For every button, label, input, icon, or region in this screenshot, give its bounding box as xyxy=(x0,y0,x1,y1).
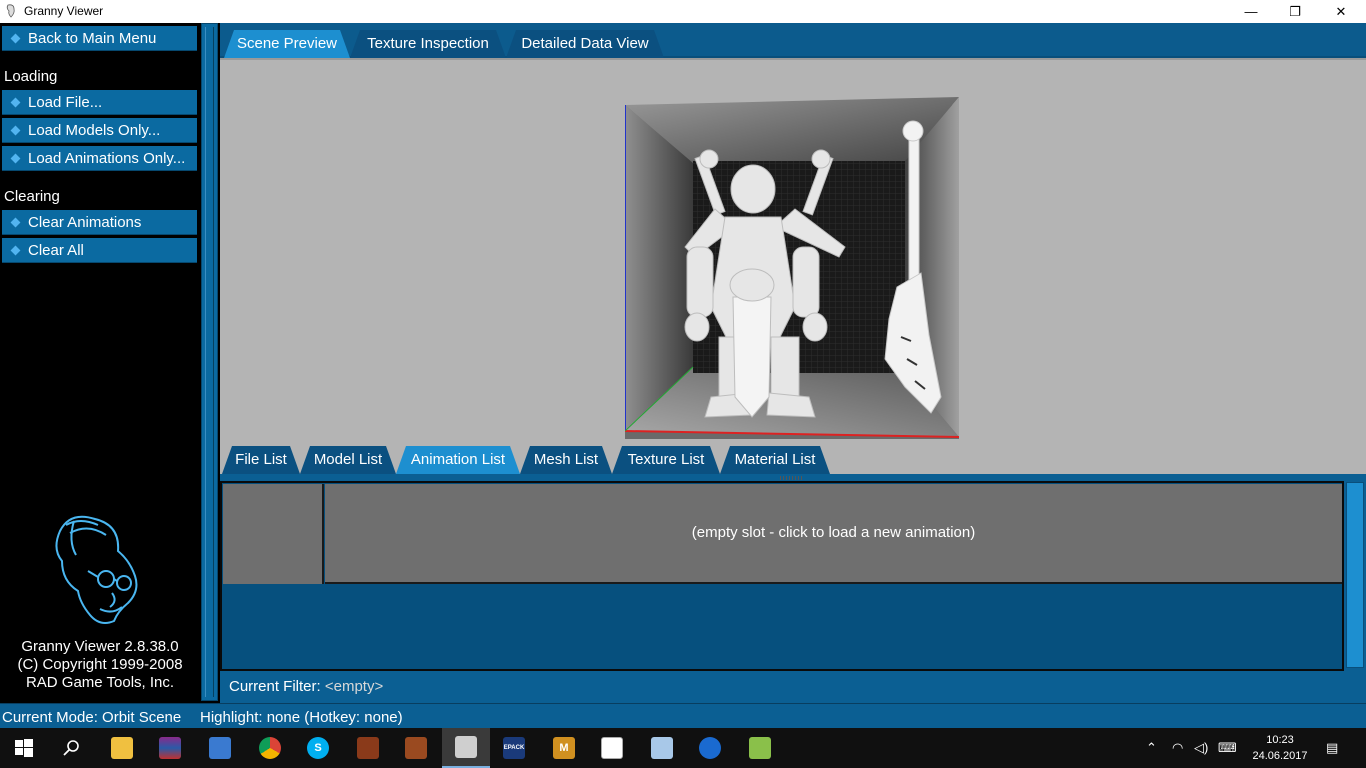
diamond-bullet-icon xyxy=(10,125,21,136)
keyboard-icon[interactable]: ⌨ xyxy=(1218,728,1237,768)
clock-time: 10:23 xyxy=(1266,734,1294,746)
tab-mesh-list[interactable]: Mesh List xyxy=(520,446,612,474)
bottom-tab-bar: File List Model List Animation List Mesh… xyxy=(220,444,1366,474)
current-mode-text: Current Mode: Orbit Scene xyxy=(2,709,182,726)
clock[interactable]: 10:23 24.06.2017 xyxy=(1248,732,1312,764)
tray-chevron-icon[interactable]: ⌃ xyxy=(1146,728,1157,768)
chrome-icon[interactable] xyxy=(246,728,294,768)
close-button[interactable]: ✕ xyxy=(1318,0,1364,23)
vertical-splitter[interactable] xyxy=(201,23,218,701)
scene-render xyxy=(625,97,959,439)
clear-all-button[interactable]: Clear All xyxy=(2,238,197,263)
animation-slot-thumbnail[interactable] xyxy=(223,484,324,584)
taskbar: S EPACK M ⌃ ◠ ◁) ⌨ 10:23 24.06.2017 ▤ xyxy=(0,728,1366,768)
filter-bar: Current Filter: <empty> xyxy=(220,673,1366,701)
clearing-section-label: Clearing xyxy=(4,188,60,205)
granny-app-icon xyxy=(6,4,15,18)
title-bar: Granny Viewer — ❐ ✕ xyxy=(0,0,1366,23)
diamond-bullet-icon xyxy=(10,97,21,108)
teamviewer-icon[interactable] xyxy=(686,728,734,768)
granny-logo-icon xyxy=(55,515,138,624)
tab-texture-inspection[interactable]: Texture Inspection xyxy=(350,30,506,58)
load-models-button[interactable]: Load Models Only... xyxy=(2,118,197,143)
clear-animations-button[interactable]: Clear Animations xyxy=(2,210,197,235)
diamond-bullet-icon xyxy=(10,245,21,256)
scene-viewport[interactable] xyxy=(220,58,1366,446)
copyright-text: (C) Copyright 1999-2008 xyxy=(17,656,183,673)
metin2-icon[interactable]: M xyxy=(540,728,588,768)
list-scrollbar[interactable] xyxy=(1346,482,1364,668)
skype-icon[interactable]: S xyxy=(294,728,342,768)
sidebar: Back to Main Menu Loading Load File... L… xyxy=(0,23,200,703)
game-icon[interactable] xyxy=(344,728,392,768)
main-panel: Scene Preview Texture Inspection Detaile… xyxy=(220,23,1366,703)
monitor-app-icon[interactable] xyxy=(638,728,686,768)
restore-button[interactable]: ❐ xyxy=(1272,0,1318,23)
tab-texture-list[interactable]: Texture List xyxy=(612,446,720,474)
diamond-bullet-icon xyxy=(10,33,21,44)
wifi-icon[interactable]: ◠ xyxy=(1172,728,1183,768)
tab-scene-preview[interactable]: Scene Preview xyxy=(224,30,350,58)
loading-section-label: Loading xyxy=(4,68,58,85)
notepad-icon[interactable] xyxy=(736,728,784,768)
diamond-bullet-icon xyxy=(10,217,21,228)
search-icon[interactable] xyxy=(48,728,96,768)
file-explorer-icon[interactable] xyxy=(98,728,146,768)
diamond-bullet-icon xyxy=(10,153,21,164)
version-text: Granny Viewer 2.8.38.0 xyxy=(21,638,179,655)
window-title: Granny Viewer xyxy=(24,4,104,18)
status-bar: Current Mode: Orbit Scene Highlight: non… xyxy=(0,703,1366,728)
highlight-text: Highlight: none (Hotkey: none) xyxy=(200,709,403,726)
top-tab-bar: Scene Preview Texture Inspection Detaile… xyxy=(220,23,1366,58)
filter-label: Current Filter: xyxy=(229,678,321,695)
network-app-icon[interactable] xyxy=(196,728,244,768)
game-icon-2[interactable] xyxy=(392,728,440,768)
tab-material-list[interactable]: Material List xyxy=(720,446,830,474)
horizontal-splitter-grip[interactable] xyxy=(780,476,804,480)
notifications-icon[interactable]: ▤ xyxy=(1326,728,1338,768)
company-text: RAD Game Tools, Inc. xyxy=(25,674,175,691)
filter-value: <empty> xyxy=(324,678,384,695)
empty-animation-slot[interactable]: (empty slot - click to load a new animat… xyxy=(325,484,1342,584)
clock-date: 24.06.2017 xyxy=(1252,750,1308,762)
back-to-main-menu-button[interactable]: Back to Main Menu xyxy=(2,26,197,51)
winrar-icon[interactable] xyxy=(146,728,194,768)
granny-viewer-icon[interactable] xyxy=(442,728,490,768)
photos-icon[interactable] xyxy=(588,728,636,768)
epack-icon[interactable]: EPACK xyxy=(490,728,538,768)
load-file-button[interactable]: Load File... xyxy=(2,90,197,115)
animation-list-panel: (empty slot - click to load a new animat… xyxy=(220,481,1344,671)
tab-file-list[interactable]: File List xyxy=(222,446,300,474)
tab-animation-list[interactable]: Animation List xyxy=(396,446,520,474)
start-icon[interactable] xyxy=(0,728,48,768)
tab-detailed-data-view[interactable]: Detailed Data View xyxy=(506,30,664,58)
volume-icon[interactable]: ◁) xyxy=(1194,728,1208,768)
minimize-button[interactable]: — xyxy=(1228,0,1274,23)
load-animations-button[interactable]: Load Animations Only... xyxy=(2,146,197,171)
tab-model-list[interactable]: Model List xyxy=(300,446,396,474)
